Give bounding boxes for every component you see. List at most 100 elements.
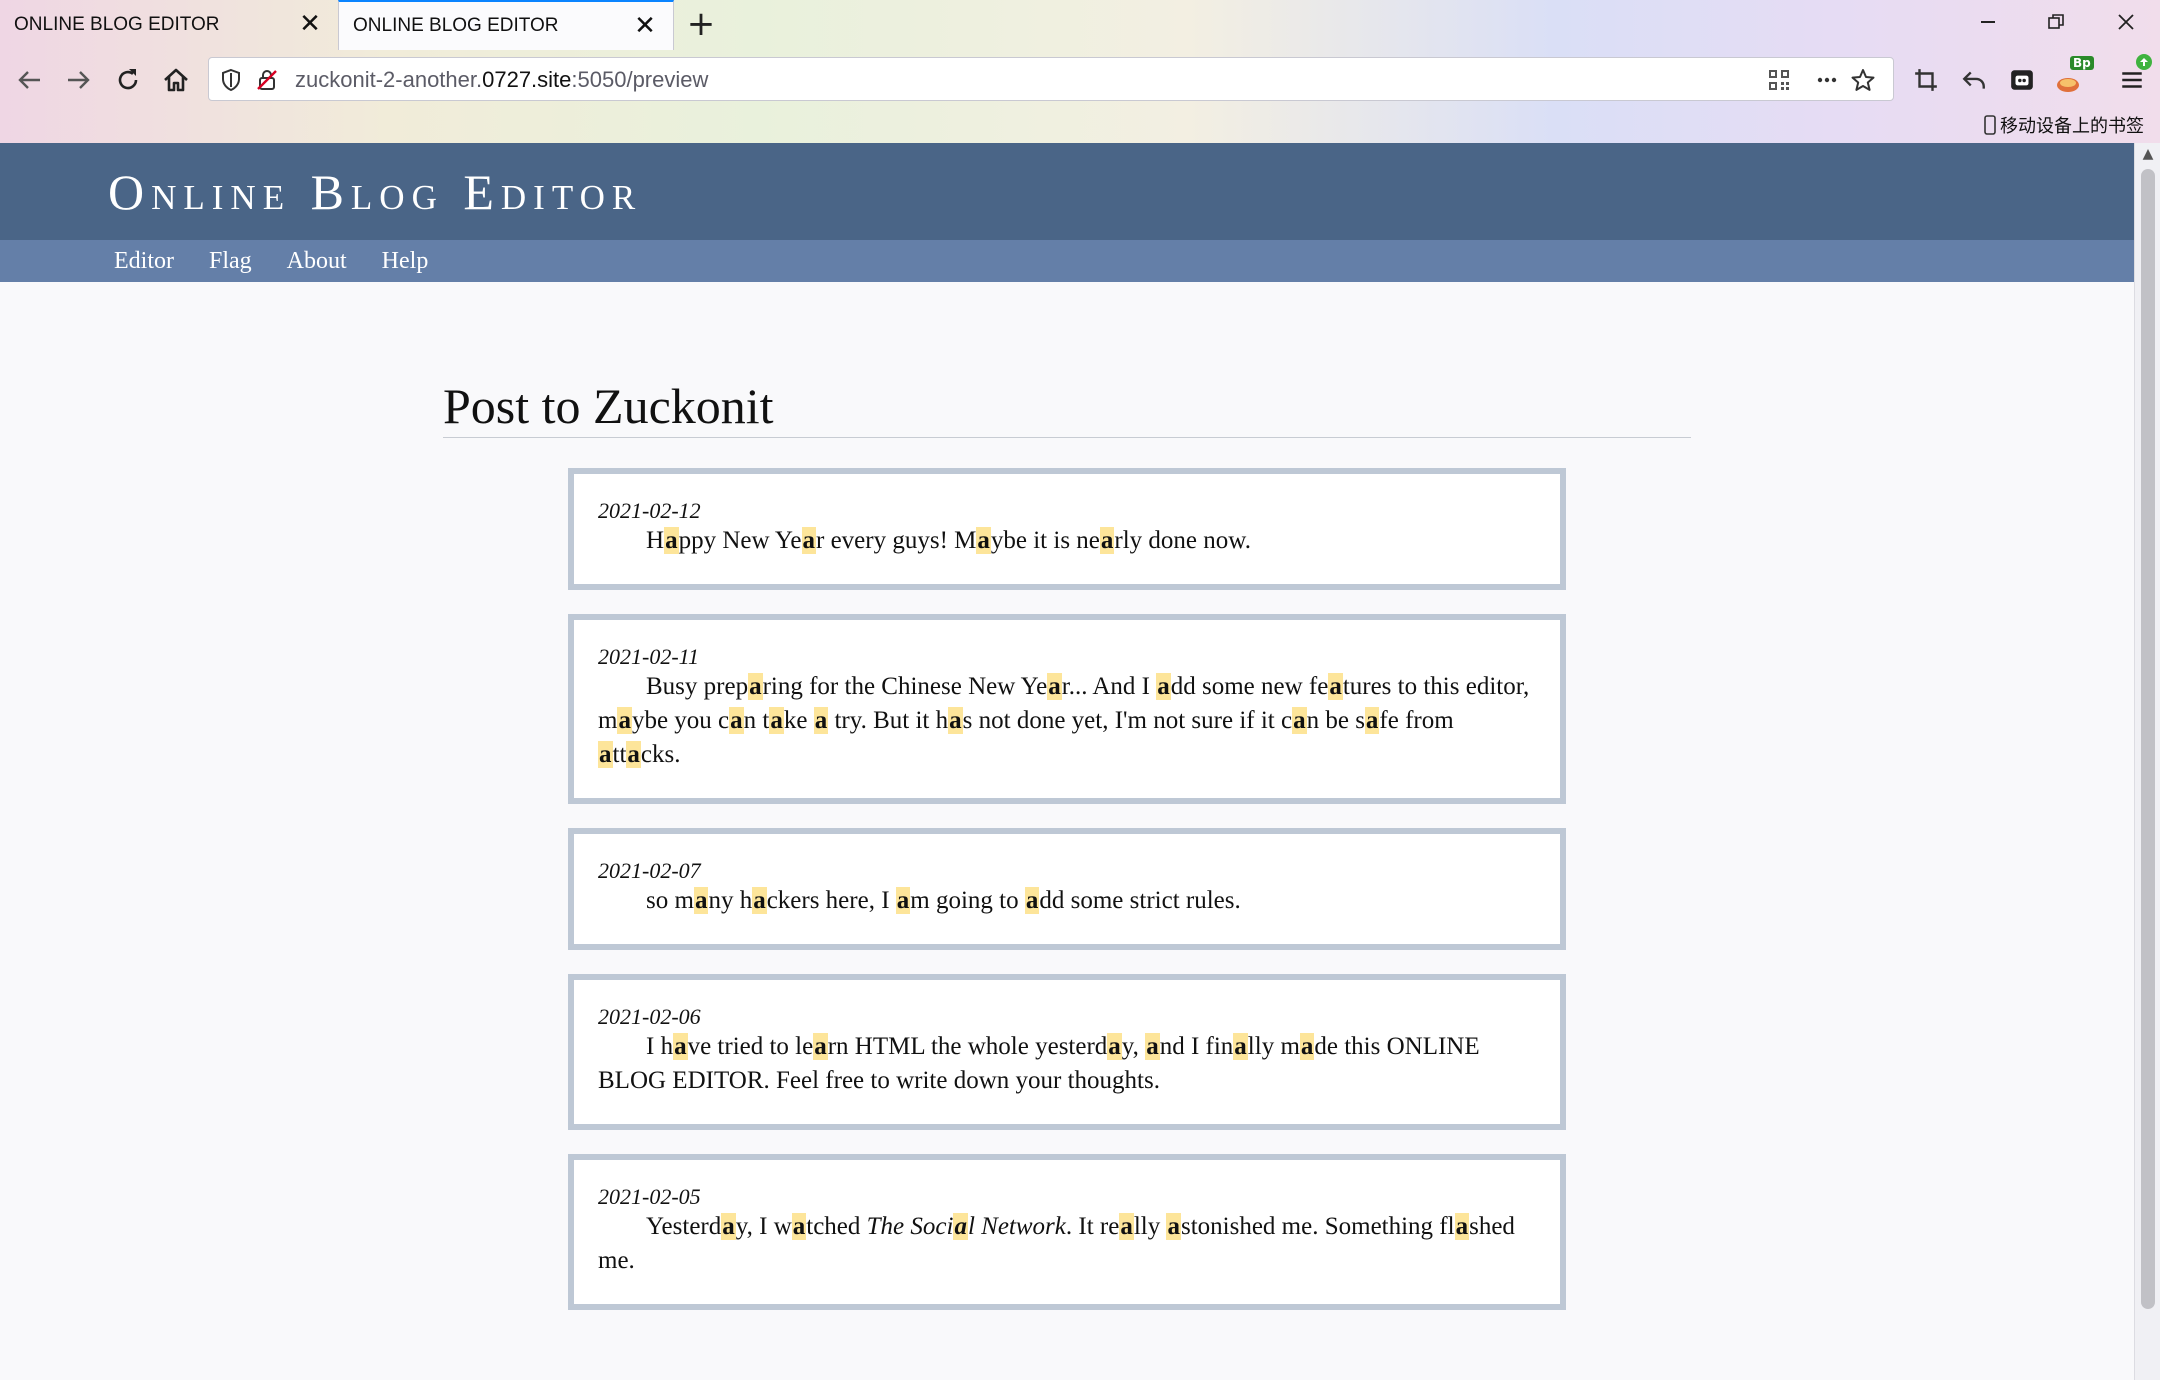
post-card: 2021-02-05 Yesterday, I watched The Socia…: [568, 1154, 1566, 1310]
highlighted-letter: a: [1292, 707, 1307, 734]
highlighted-letter: a: [895, 887, 911, 914]
vertical-scrollbar[interactable]: ▲: [2134, 143, 2160, 1380]
back-arrow-icon: [18, 71, 40, 89]
post-card: 2021-02-11 Busy preparing for the Chinese…: [568, 614, 1566, 804]
reload-button[interactable]: [106, 58, 150, 102]
extension-badge: Bp: [2070, 56, 2094, 70]
forward-arrow-icon: [68, 71, 90, 89]
post-text: nd I fin: [1159, 1033, 1234, 1060]
crop-button[interactable]: [1908, 62, 1944, 98]
post-text: rly done now.: [1114, 527, 1251, 554]
site-title[interactable]: Online Blog Editor: [108, 163, 642, 221]
url-bar[interactable]: zuckonit-2-another.0727.site:5050/previe…: [208, 57, 1894, 101]
post-text: r every guys! M: [816, 527, 977, 554]
back-button[interactable]: [8, 58, 52, 102]
close-window-button[interactable]: [2096, 8, 2156, 42]
highlighted-letter: a: [953, 1213, 968, 1240]
highlighted-letter: a: [664, 527, 679, 554]
minimize-button[interactable]: [1958, 8, 2018, 42]
update-arrow-icon: [2136, 54, 2152, 70]
menu-button[interactable]: [2114, 54, 2152, 98]
post-text: Busy prep: [646, 673, 749, 700]
highlighted-letter: a: [748, 673, 763, 700]
post-text: r... And I: [1061, 673, 1157, 700]
post-date: 2021-02-12: [598, 498, 701, 523]
post-text: ke: [783, 707, 814, 734]
post-text: dd some strict rules.: [1039, 887, 1241, 914]
nav-link-help[interactable]: Help: [382, 248, 429, 275]
post-text: s not done yet, I'm not sure if it c: [962, 707, 1293, 734]
highlighted-letter: a: [948, 707, 963, 734]
post-card: 2021-02-12 Happy New Year every guys! May…: [568, 468, 1566, 590]
nav-link-editor[interactable]: Editor: [114, 248, 174, 275]
post-text: y,: [1121, 1033, 1146, 1060]
scrollbar-thumb[interactable]: [2141, 169, 2155, 1309]
restore-icon: [2048, 14, 2064, 29]
post-text: ybe it is ne: [990, 527, 1100, 554]
highlighted-letter: a: [1156, 673, 1171, 700]
post-text: so m: [646, 887, 694, 914]
home-button[interactable]: [154, 58, 198, 102]
shield-icon[interactable]: [219, 68, 243, 92]
highlighted-letter: a: [1166, 1213, 1181, 1240]
tab-close-icon[interactable]: ✕: [633, 13, 657, 39]
scroll-up-arrow-icon[interactable]: ▲: [2141, 147, 2155, 161]
tab-close-icon[interactable]: ✕: [298, 11, 322, 37]
highlighted-letter: a: [673, 1033, 688, 1060]
highlighted-letter: a: [813, 707, 829, 734]
post-text: ny h: [708, 887, 753, 914]
web-page: Online Blog Editor Editor Flag About Hel…: [0, 143, 2134, 1380]
highlighted-letter: a: [1107, 1033, 1122, 1060]
post-text: lly: [1133, 1213, 1167, 1240]
post-text: stonished me. Something fl: [1180, 1213, 1455, 1240]
mobile-device-icon: [1984, 115, 1996, 135]
post-body: Yesterday, I watched The Social Network.…: [598, 1210, 1536, 1278]
bookmarks-label: 移动设备上的书签: [2000, 116, 2144, 137]
restore-button[interactable]: [2026, 8, 2086, 42]
new-tab-button[interactable]: +: [684, 7, 718, 42]
post-text: l Network: [967, 1213, 1066, 1240]
highlighted-letter: a: [801, 527, 816, 554]
post-card: 2021-02-07 so many hackers here, I am goi…: [568, 828, 1566, 950]
highlighted-letter: a: [813, 1033, 828, 1060]
post-text: lly m: [1247, 1033, 1300, 1060]
post-text: cks.: [640, 741, 681, 768]
menu-icon: [2122, 72, 2142, 88]
url-suffix: :5050/preview: [571, 67, 709, 92]
highlighted-letter: a: [1024, 887, 1040, 914]
highlighted-letter: a: [1299, 1033, 1315, 1060]
forward-button[interactable]: [56, 58, 100, 102]
mobile-bookmarks[interactable]: 移动设备上的书签: [1984, 112, 2144, 138]
browser-tab[interactable]: ONLINE BLOG EDITOR ✕: [0, 0, 338, 50]
minimize-icon: [1981, 21, 1995, 23]
highlighted-letter: a: [1119, 1213, 1134, 1240]
container-button[interactable]: [2004, 62, 2040, 98]
extension-button[interactable]: Bp: [2052, 56, 2094, 98]
insecure-lock-icon[interactable]: [255, 68, 279, 92]
qr-code-icon[interactable]: [1767, 68, 1791, 92]
post-list: 2021-02-12 Happy New Year every guys! May…: [568, 468, 1566, 1334]
page-title: Post to Zuckonit: [443, 377, 1691, 438]
post-text: tt: [612, 741, 627, 768]
post-text: rn HTML the whole yesterd: [827, 1033, 1108, 1060]
tab-title: ONLINE BLOG EDITOR: [14, 14, 220, 35]
tab-bar: ONLINE BLOG EDITOR ✕ ONLINE BLOG EDITOR …: [0, 0, 2160, 50]
undo-button[interactable]: [1956, 62, 1992, 98]
post-text: . It re: [1065, 1213, 1120, 1240]
post-body: Busy preparing for the Chinese New Year.…: [598, 670, 1536, 772]
highlighted-letter: a: [1328, 673, 1343, 700]
more-dots-icon[interactable]: [1815, 68, 1839, 92]
nav-link-flag[interactable]: Flag: [209, 248, 252, 275]
nav-link-about[interactable]: About: [287, 248, 347, 275]
url-text[interactable]: zuckonit-2-another.0727.site:5050/previe…: [295, 67, 708, 93]
post-body: Happy New Year every guys! Maybe it is n…: [598, 524, 1536, 558]
highlighted-letter: a: [976, 527, 991, 554]
post-text: I h: [646, 1033, 674, 1060]
post-text: ckers here, I: [766, 887, 896, 914]
star-icon[interactable]: [1851, 68, 1875, 92]
tab-title: ONLINE BLOG EDITOR: [353, 15, 559, 36]
post-body: so many hackers here, I am going to add …: [598, 884, 1536, 918]
browser-tab-active[interactable]: ONLINE BLOG EDITOR ✕: [338, 0, 674, 50]
navigation-toolbar: zuckonit-2-another.0727.site:5050/previe…: [0, 50, 2160, 110]
site-header: Online Blog Editor: [0, 143, 2134, 240]
